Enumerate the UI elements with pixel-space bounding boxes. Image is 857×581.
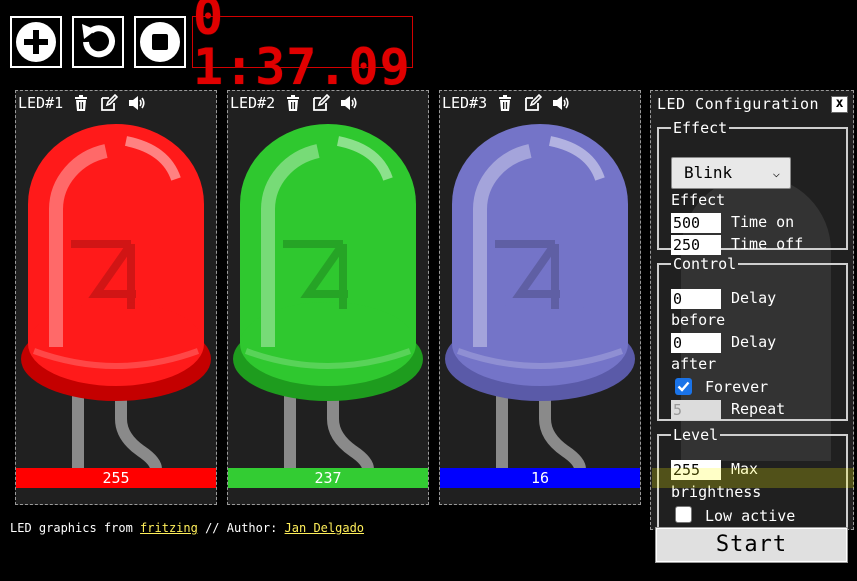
effect-select-value: Blink (684, 163, 733, 182)
speaker-icon[interactable] (339, 93, 359, 113)
forever-label: Forever (705, 378, 769, 396)
repeat-label: Repeat (731, 400, 786, 418)
led-configuration-panel: LED Configuration x Effect Blink ⌵ Effec… (650, 90, 854, 530)
credits-middle: // Author: (197, 521, 285, 535)
delay-before-input[interactable] (671, 289, 721, 309)
led-graphic (233, 124, 423, 469)
close-config-button[interactable]: x (831, 96, 848, 113)
trash-icon[interactable] (71, 93, 91, 113)
toolbar: 0 1:37.09 (0, 0, 857, 92)
speaker-icon[interactable] (551, 93, 571, 113)
brightness-bar: 16 (440, 468, 640, 488)
fritzing-link[interactable]: fritzing (140, 521, 198, 535)
led-header: LED#1 (18, 93, 147, 113)
author-link[interactable]: Jan Delgado (285, 521, 364, 535)
reset-button[interactable] (72, 16, 124, 68)
time-on-label: Time on (731, 213, 795, 231)
brightness-bar: 255 (16, 468, 216, 488)
led-label: LED#3 (442, 94, 488, 112)
rotate-left-icon (82, 24, 115, 58)
delay-after-label-2: after (671, 355, 717, 373)
edit-icon[interactable] (99, 93, 119, 113)
delay-after-label: Delay (731, 333, 777, 351)
effect-subheading: Effect (671, 191, 726, 209)
low-active-checkbox[interactable] (675, 506, 692, 523)
led-panel: LED#2 237 (227, 90, 429, 505)
led-panel: LED#1 255 (15, 90, 217, 505)
add-led-button[interactable] (10, 16, 62, 68)
led-label: LED#2 (230, 94, 276, 112)
effect-select[interactable]: Blink ⌵ (671, 157, 791, 189)
time-off-input[interactable] (671, 235, 721, 255)
led-graphic (21, 124, 211, 469)
led-header: LED#3 (442, 93, 571, 113)
time-off-label: Time off (731, 235, 804, 253)
control-legend: Control (673, 255, 737, 273)
level-legend: Level (673, 426, 719, 444)
repeat-input[interactable] (671, 400, 721, 420)
check-icon (677, 381, 690, 392)
edit-icon[interactable] (311, 93, 331, 113)
delay-before-label-2: before (671, 311, 726, 329)
led-panel: LED#3 16 (439, 90, 641, 505)
level-indicator-strip (652, 468, 854, 488)
brightness-bar: 237 (228, 468, 428, 488)
control-fieldset: Control Delay before Delay after Forever… (657, 255, 848, 421)
delay-after-input[interactable] (671, 333, 721, 353)
led-graphic (445, 124, 635, 469)
stop-circle-icon (140, 22, 180, 62)
credits-prefix: LED graphics from (10, 521, 141, 535)
plus-circle-icon (16, 22, 56, 62)
effect-fieldset: Effect Blink ⌵ Effect Time on Time off (657, 119, 848, 255)
stop-button[interactable] (134, 16, 186, 68)
timer-display: 0 1:37.09 (192, 0, 413, 92)
delay-before-label: Delay (731, 289, 777, 307)
speaker-icon[interactable] (127, 93, 147, 113)
start-button[interactable]: Start (655, 527, 848, 563)
forever-checkbox[interactable] (675, 378, 692, 395)
time-on-input[interactable] (671, 213, 721, 233)
chevron-down-icon: ⌵ (772, 166, 780, 180)
effect-legend: Effect (673, 119, 728, 137)
led-label: LED#1 (18, 94, 64, 112)
led-header: LED#2 (230, 93, 359, 113)
credits-footer: LED graphics from fritzing // Author: Ja… (10, 521, 364, 535)
low-active-label: Low active (705, 507, 796, 525)
trash-icon[interactable] (283, 93, 303, 113)
edit-icon[interactable] (523, 93, 543, 113)
config-title: LED Configuration (657, 95, 820, 113)
trash-icon[interactable] (495, 93, 515, 113)
